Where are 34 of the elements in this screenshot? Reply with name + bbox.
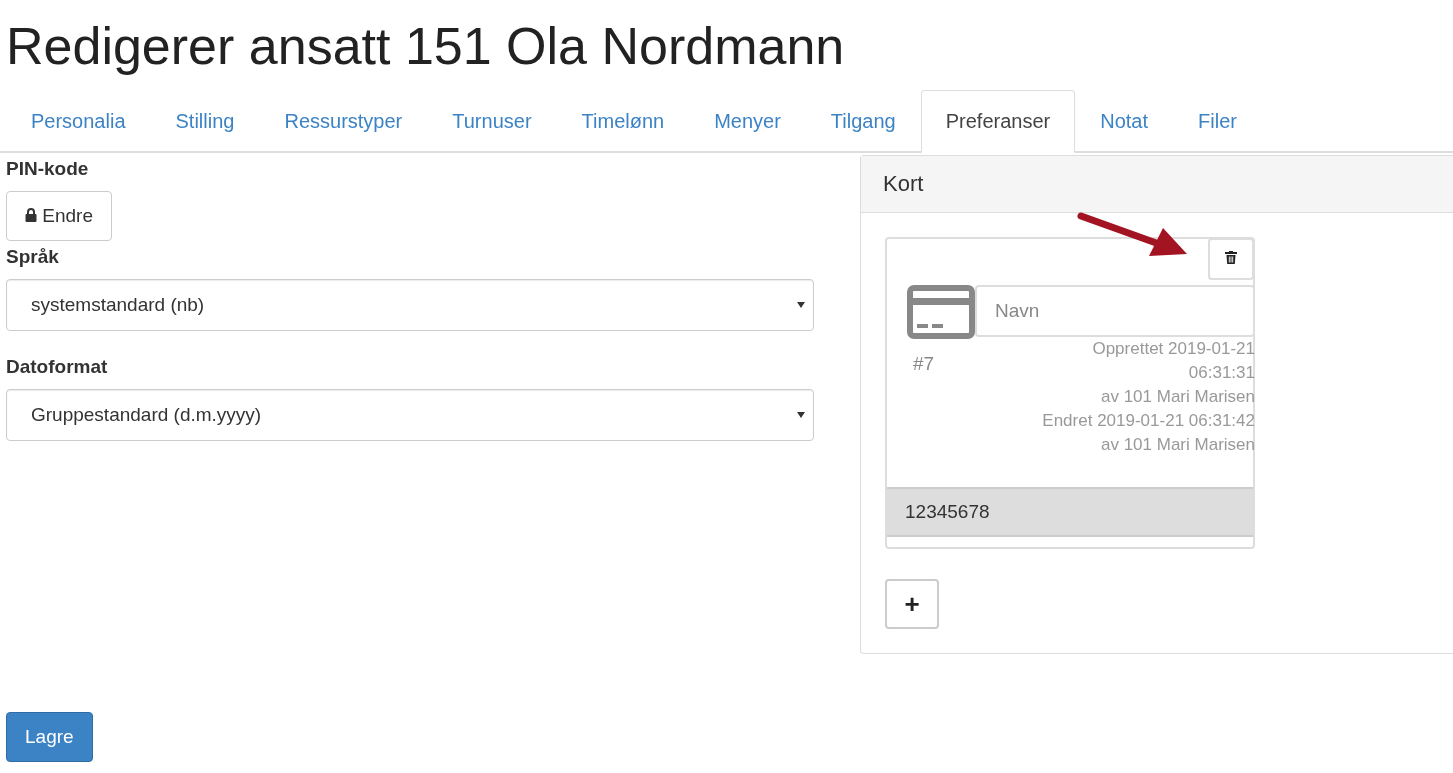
tab[interactable]: Menyer — [689, 90, 806, 152]
lock-icon — [25, 208, 37, 222]
change-pin-button[interactable]: Endre — [6, 191, 112, 241]
credit-card-icon — [907, 285, 975, 339]
tab[interactable]: Filer — [1173, 90, 1262, 152]
card-code: 12345678 — [887, 487, 1253, 537]
meta-text: Opprettet 2019-01-21 — [1092, 338, 1255, 360]
dropdown[interactable]: systemstandard (nb) — [6, 279, 814, 331]
tab[interactable]: Timelønn — [556, 90, 690, 152]
save-button[interactable]: Lagre — [6, 712, 93, 762]
dropdown[interactable]: Gruppestandard (d.m.yyyy) — [6, 389, 814, 441]
delete-button[interactable] — [1208, 238, 1254, 280]
add-button[interactable]: + — [885, 579, 939, 629]
tab[interactable]: Preferanser — [920, 90, 1076, 153]
tab[interactable]: Personalia — [6, 90, 151, 152]
tab[interactable]: Stilling — [150, 90, 260, 152]
card-number: #7 — [913, 353, 936, 375]
tab[interactable]: Turnuser — [427, 90, 557, 152]
meta-text: 06:31:31 — [1188, 362, 1255, 384]
page-title: Redigerer ansatt 151 Ola Nordmann — [6, 16, 846, 77]
trash-icon — [1225, 251, 1237, 264]
field-label: Datoformat — [6, 357, 109, 377]
field-label: Språk — [6, 247, 60, 267]
tab[interactable]: Ressurstyper — [259, 90, 428, 152]
caret-icon — [797, 302, 805, 308]
tab[interactable]: Notat — [1075, 90, 1174, 152]
panel-heading: Kort — [861, 156, 1453, 213]
name-field[interactable]: Navn — [975, 285, 1255, 337]
meta-text: av 101 Mari Marisen — [1101, 434, 1255, 456]
meta-text: av 101 Mari Marisen — [1101, 386, 1255, 408]
field-label: PIN-kode — [6, 159, 90, 179]
caret-icon — [797, 412, 805, 418]
tab[interactable]: Tilgang — [805, 90, 921, 152]
meta-text: Endret 2019-01-21 06:31:42 — [1042, 410, 1255, 432]
